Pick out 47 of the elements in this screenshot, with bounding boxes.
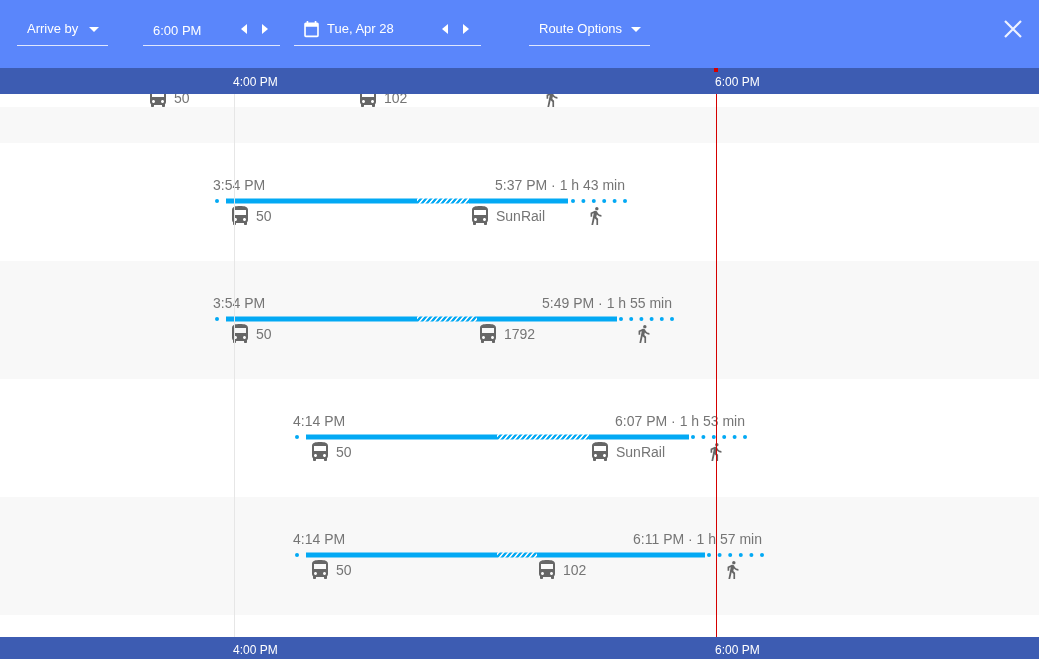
caret-left-icon[interactable] [241, 24, 247, 34]
caret-left-icon[interactable] [442, 24, 448, 34]
date-field[interactable]: Tue, Apr 28 [294, 13, 481, 46]
time-field[interactable]: 6:00 PM [143, 13, 280, 46]
route-number: SunRail [496, 208, 546, 223]
bus-icon [232, 324, 248, 343]
route-number: 50 [336, 562, 352, 577]
caret-right-icon[interactable] [262, 24, 268, 34]
bus-icon [539, 560, 555, 579]
arrive-by-dropdown[interactable]: Arrive by [17, 13, 108, 46]
current-time-marker [714, 68, 718, 72]
bus-icon [592, 442, 608, 461]
arrival-time-duration: 5:49 PM · 1 h 55 min [542, 296, 672, 310]
close-icon [1004, 20, 1022, 38]
route-number: SunRail [616, 444, 666, 459]
walking-person-icon [546, 94, 558, 107]
arrival-time-duration: 6:11 PM · 1 h 57 min [633, 532, 762, 546]
walking-person-icon [727, 561, 739, 579]
bus-icon [232, 206, 248, 225]
route-row[interactable]: 4:14 PM 6:11 PM · 1 h 57 min 50 102 [0, 497, 1039, 615]
caret-right-icon[interactable] [463, 24, 469, 34]
route-number: 1792 [504, 326, 536, 341]
departure-time: 4:14 PM [293, 532, 346, 546]
arrival-time-duration: 5:37 PM · 1 h 43 min [495, 178, 625, 192]
bus-icon [472, 206, 488, 225]
calendar-icon [304, 20, 319, 38]
dropdown-caret-icon [631, 26, 641, 32]
route-number: 50 [256, 208, 272, 223]
time-axis-label: 6:00 PM [715, 644, 760, 656]
dropdown-caret-icon [89, 26, 99, 32]
bus-icon [480, 324, 496, 343]
route-number: 50 [256, 326, 272, 341]
route-number: 102 [563, 562, 587, 577]
departure-time: 3:54 PM [213, 178, 266, 192]
time-axis-label: 6:00 PM [715, 76, 760, 88]
time-axis-label: 4:00 PM [233, 644, 278, 656]
close-button[interactable] [1002, 18, 1024, 40]
route-row[interactable]: 3:54 PM 5:49 PM · 1 h 55 min 50 1792 [0, 261, 1039, 379]
bus-icon [312, 560, 328, 579]
route-options-dropdown[interactable]: Route Options [529, 13, 650, 46]
walking-person-icon [590, 207, 602, 225]
route-number: 50 [336, 444, 352, 459]
departure-time: 3:54 PM [213, 296, 266, 310]
departure-time: 4:14 PM [293, 414, 346, 428]
walking-person-icon [638, 325, 650, 343]
bus-icon [312, 442, 328, 461]
time-axis-label: 4:00 PM [233, 76, 278, 88]
